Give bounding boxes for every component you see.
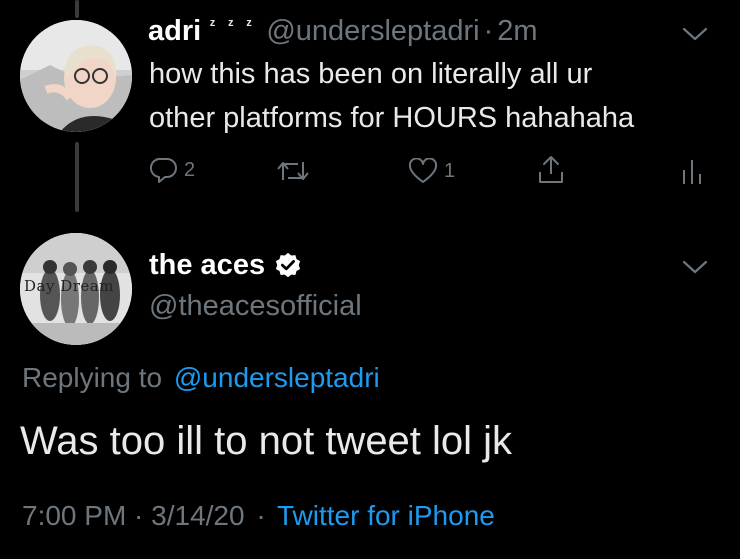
user-handle[interactable]: @theacesofficial bbox=[149, 290, 362, 323]
reply-count: 2 bbox=[184, 158, 196, 181]
avatar-overlay-text: Day Dream bbox=[24, 277, 114, 295]
reply-tweet-header: adri ᶻ ᶻ ᶻ @undersleptadri · 2m bbox=[148, 15, 538, 48]
replying-to-label: Replying to bbox=[22, 362, 163, 393]
like-icon bbox=[408, 158, 438, 183]
replying-to-row: Replying to @undersleptadri bbox=[22, 362, 380, 394]
the-aces-avatar[interactable]: Day Dream bbox=[20, 233, 132, 345]
tweet-timestamp[interactable]: 7:00 PM · 3/14/20 bbox=[22, 500, 245, 531]
analytics-icon bbox=[683, 160, 701, 184]
tweet-text-line-1: how this has been on literally all ur bbox=[149, 58, 593, 90]
replying-to-handle[interactable]: @undersleptadri bbox=[174, 362, 380, 393]
analytics-button[interactable] bbox=[680, 158, 704, 186]
retweet-icon bbox=[277, 162, 309, 180]
retweet-button[interactable] bbox=[276, 158, 310, 184]
like-count: 1 bbox=[444, 159, 456, 182]
display-name[interactable]: the aces bbox=[149, 249, 265, 282]
share-icon bbox=[539, 156, 563, 183]
tweet-meta-row: 7:00 PM · 3/14/20 · Twitter for iPhone bbox=[22, 500, 495, 532]
tweet-source[interactable]: Twitter for iPhone bbox=[277, 500, 495, 531]
like-button[interactable]: 1 bbox=[408, 158, 455, 184]
thread-line-connector bbox=[75, 142, 79, 212]
reply-icon bbox=[150, 157, 177, 183]
chevron-down-icon[interactable] bbox=[682, 26, 708, 42]
adri-avatar[interactable] bbox=[20, 20, 132, 132]
main-tweet-name-row: the aces bbox=[149, 249, 303, 282]
header-separator: · bbox=[483, 15, 494, 47]
display-name[interactable]: adri bbox=[148, 15, 201, 47]
user-handle[interactable]: @undersleptadri bbox=[266, 15, 479, 47]
verified-badge-icon bbox=[275, 252, 301, 277]
display-name-suffix: ᶻ ᶻ ᶻ bbox=[209, 17, 256, 34]
tweet-text-line-2: other platforms for HOURS hahahaha bbox=[149, 102, 635, 134]
reply-button[interactable]: 2 bbox=[150, 156, 195, 184]
thread-line-top bbox=[75, 0, 79, 18]
share-button[interactable] bbox=[536, 154, 566, 186]
chevron-down-icon[interactable] bbox=[682, 259, 708, 275]
main-tweet-text: Was too ill to not tweet lol jk bbox=[20, 419, 513, 463]
meta-separator: · bbox=[256, 500, 266, 531]
tweet-time[interactable]: 2m bbox=[497, 15, 537, 47]
adri-avatar-image bbox=[20, 20, 132, 132]
